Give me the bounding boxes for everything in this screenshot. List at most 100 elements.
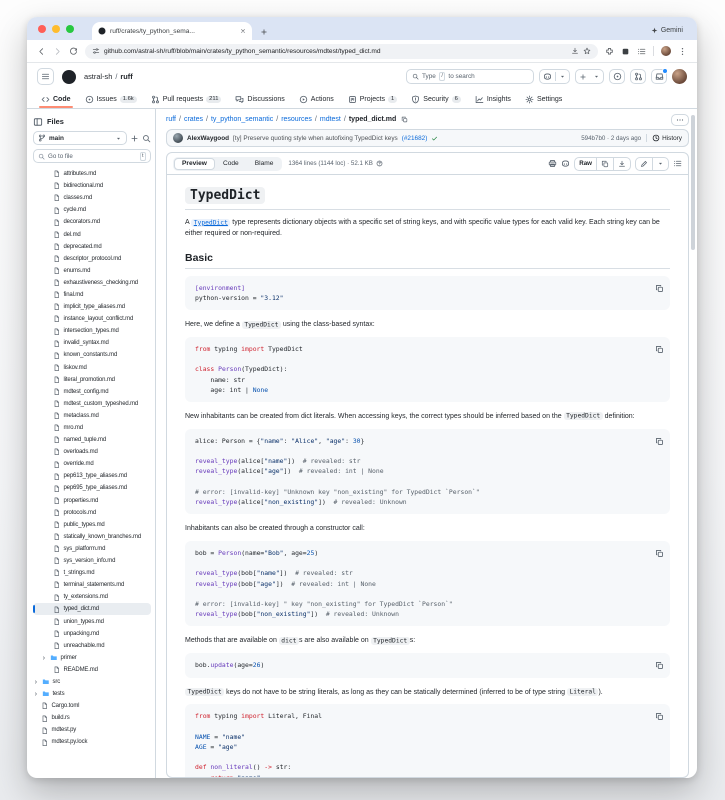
- file-tree-item[interactable]: properties.md: [33, 495, 151, 507]
- file-tree-item[interactable]: pep613_type_aliases.md: [33, 470, 151, 482]
- global-nav-menu-button[interactable]: [37, 68, 54, 85]
- file-tree-item[interactable]: attributes.md: [33, 168, 151, 180]
- history-button[interactable]: History: [646, 134, 682, 142]
- file-tree-item[interactable]: union_types.md: [33, 615, 151, 627]
- copilot-button[interactable]: [539, 69, 570, 84]
- copy-path-icon[interactable]: [401, 116, 408, 123]
- extension-app-icon[interactable]: [621, 47, 630, 56]
- page-scrollbar[interactable]: [691, 115, 695, 250]
- file-tree-item[interactable]: final.md: [33, 289, 151, 301]
- file-tree-item[interactable]: terminal_statements.md: [33, 579, 151, 591]
- file-tree-item[interactable]: del.md: [33, 228, 151, 240]
- commit-pr-link[interactable]: (#21682): [402, 135, 428, 142]
- file-tree-item[interactable]: liskov.md: [33, 362, 151, 374]
- file-tree-item[interactable]: implicit_type_aliases.md: [33, 301, 151, 313]
- repo-link[interactable]: ruff: [120, 72, 132, 81]
- file-tree-item[interactable]: known_constants.md: [33, 349, 151, 361]
- commit-author[interactable]: AlexWaygood: [187, 135, 229, 142]
- save-page-icon[interactable]: [571, 47, 579, 55]
- breadcrumb-link[interactable]: crates: [184, 116, 203, 123]
- copy-code-button[interactable]: [655, 281, 664, 296]
- file-tree-item[interactable]: sys_platform.md: [33, 543, 151, 555]
- close-window-button[interactable]: [38, 25, 46, 33]
- file-tree-item[interactable]: intersection_types.md: [33, 325, 151, 337]
- file-tree-item[interactable]: named_tuple.md: [33, 434, 151, 446]
- file-tree-item[interactable]: README.md: [33, 664, 151, 676]
- file-tree-folder[interactable]: primer: [33, 652, 151, 664]
- file-tree-item[interactable]: unreachable.md: [33, 640, 151, 652]
- file-tree-item[interactable]: typed_dict.md: [33, 603, 151, 615]
- browser-tab[interactable]: ruff/crates/ty_python_sema...: [92, 22, 252, 40]
- file-tree-item[interactable]: mdtest_custom_typeshed.md: [33, 398, 151, 410]
- copilot-file-icon[interactable]: [561, 159, 570, 168]
- print-icon[interactable]: [548, 159, 557, 168]
- inline-code-link[interactable]: TypedDict: [191, 219, 230, 227]
- file-tree-item[interactable]: statically_known_branches.md: [33, 531, 151, 543]
- collapse-file-tree-icon[interactable]: [33, 117, 43, 127]
- browser-profile-avatar[interactable]: [661, 46, 671, 56]
- file-tree-item[interactable]: t_strings.md: [33, 567, 151, 579]
- file-tree-item[interactable]: protocols.md: [33, 507, 151, 519]
- zoom-window-button[interactable]: [66, 25, 74, 33]
- file-tree-item[interactable]: pep695_type_aliases.md: [33, 482, 151, 494]
- file-tree-item[interactable]: build.rs: [33, 712, 151, 724]
- notifications-button[interactable]: [651, 69, 667, 84]
- file-tree-item[interactable]: cycle.md: [33, 204, 151, 216]
- edit-dropdown-button[interactable]: [652, 158, 668, 170]
- file-tree-item[interactable]: mdtest.py: [33, 724, 151, 736]
- copy-code-button[interactable]: [655, 546, 664, 561]
- address-bar[interactable]: github.com/astral-sh/ruff/blob/main/crat…: [85, 44, 598, 59]
- symbols-panel-icon[interactable]: [673, 159, 682, 168]
- browser-menu-icon[interactable]: [678, 47, 687, 56]
- file-tree-item[interactable]: mdtest.py.lock: [33, 736, 151, 748]
- raw-button[interactable]: Raw: [575, 158, 596, 170]
- back-button[interactable]: [37, 47, 46, 56]
- view-tab-preview[interactable]: Preview: [174, 158, 215, 170]
- go-to-file-input[interactable]: Go to file t: [33, 149, 151, 163]
- issues-global-button[interactable]: [609, 69, 625, 84]
- org-link[interactable]: astral-sh: [84, 72, 112, 81]
- repo-tab-pull-requests[interactable]: Pull requests211: [145, 90, 228, 108]
- add-file-button[interactable]: [130, 134, 139, 143]
- branch-selector[interactable]: main: [33, 131, 127, 145]
- file-tree-folder[interactable]: tests: [33, 688, 151, 700]
- file-tree-item[interactable]: classes.md: [33, 192, 151, 204]
- extensions-icon[interactable]: [605, 47, 614, 56]
- pull-requests-global-button[interactable]: [630, 69, 646, 84]
- breadcrumb-link[interactable]: mdtest: [320, 116, 341, 123]
- file-tree-item[interactable]: override.md: [33, 458, 151, 470]
- search-tree-button[interactable]: [142, 134, 151, 143]
- repo-tab-discussions[interactable]: Discussions: [229, 90, 290, 108]
- breadcrumb-link[interactable]: ruff: [166, 116, 176, 123]
- file-tree-folder[interactable]: src: [33, 676, 151, 688]
- view-tab-blame[interactable]: Blame: [247, 158, 282, 170]
- file-tree-item[interactable]: sys_version_info.md: [33, 555, 151, 567]
- commit-sha-time[interactable]: 594b7b0 · 2 days ago: [581, 135, 641, 142]
- close-tab-icon[interactable]: [240, 28, 246, 34]
- site-settings-icon[interactable]: [92, 47, 100, 55]
- file-tree-item[interactable]: exhaustiveness_checking.md: [33, 277, 151, 289]
- github-logo[interactable]: [61, 69, 77, 85]
- reload-button[interactable]: [69, 47, 78, 56]
- reading-list-icon[interactable]: [637, 47, 646, 56]
- file-tree-item[interactable]: decorators.md: [33, 216, 151, 228]
- file-tree-item[interactable]: ty_extensions.md: [33, 591, 151, 603]
- download-raw-button[interactable]: [613, 158, 630, 170]
- file-tree-item[interactable]: literal_promotion.md: [33, 374, 151, 386]
- minimize-window-button[interactable]: [52, 25, 60, 33]
- file-tree-item[interactable]: mro.md: [33, 422, 151, 434]
- view-tab-code[interactable]: Code: [215, 158, 247, 170]
- new-tab-button[interactable]: [260, 28, 268, 36]
- file-tree-item[interactable]: overloads.md: [33, 446, 151, 458]
- copy-code-button[interactable]: [655, 342, 664, 357]
- repo-tab-security[interactable]: Security6: [405, 90, 467, 108]
- copy-code-button[interactable]: [655, 658, 664, 673]
- bookmark-star-icon[interactable]: [583, 47, 591, 55]
- file-tree-item[interactable]: deprecated.md: [33, 241, 151, 253]
- file-tree-item[interactable]: instance_layout_conflict.md: [33, 313, 151, 325]
- commit-message[interactable]: [ty] Preserve quoting style when autofix…: [233, 135, 398, 142]
- edit-file-button[interactable]: [636, 158, 652, 170]
- file-tree-item[interactable]: public_types.md: [33, 519, 151, 531]
- file-tree-item[interactable]: metaclass.md: [33, 410, 151, 422]
- forward-button[interactable]: [53, 47, 62, 56]
